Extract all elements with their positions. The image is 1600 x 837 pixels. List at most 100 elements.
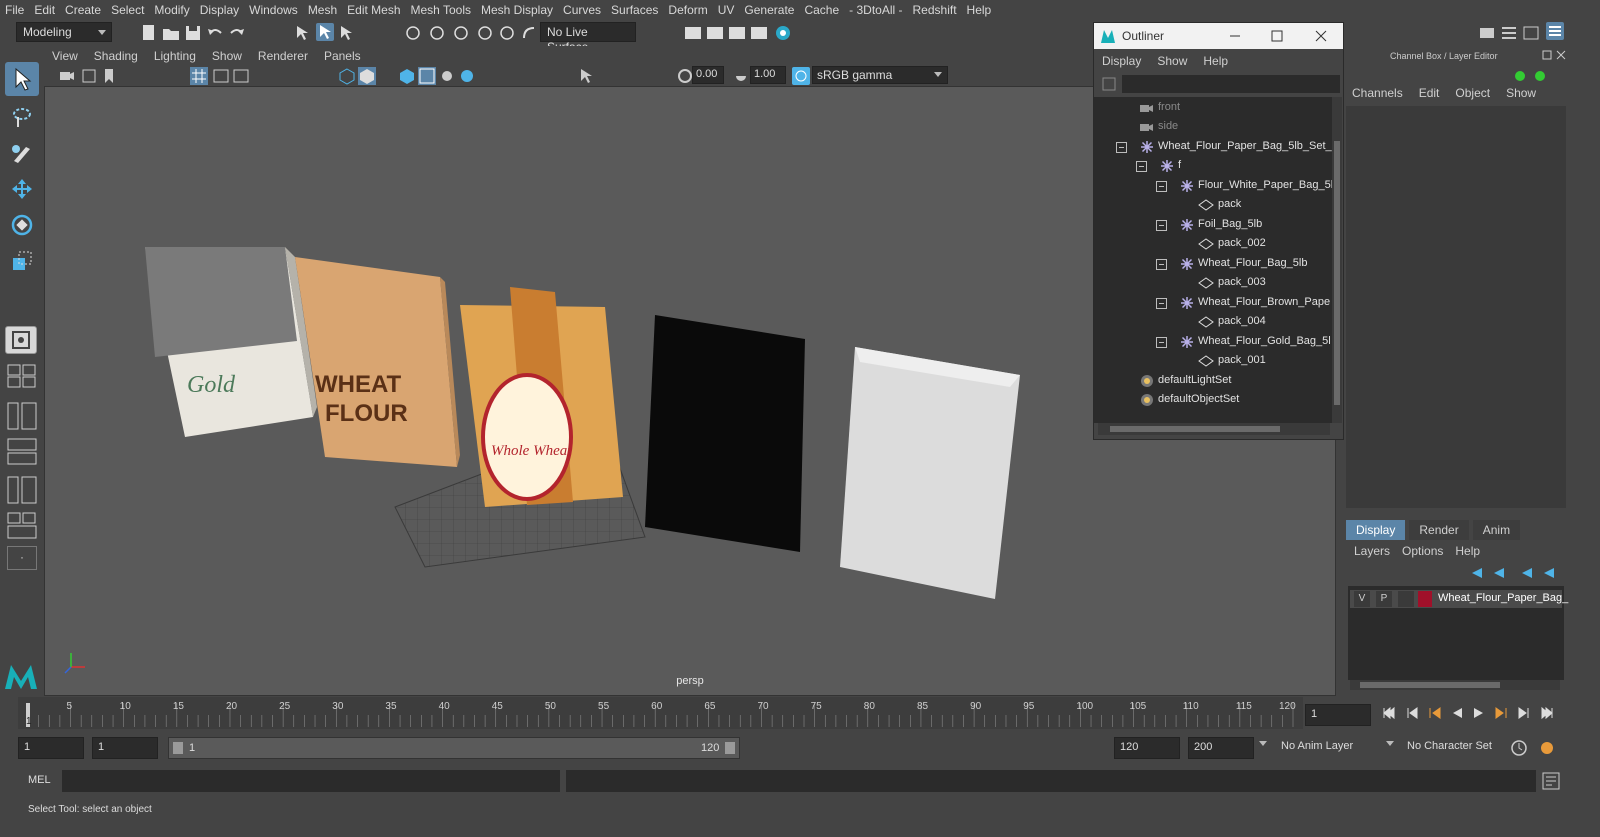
chevron-down-icon[interactable] [1386, 741, 1394, 746]
textured-icon[interactable] [398, 67, 416, 85]
menu-edit-mesh[interactable]: Edit Mesh [342, 3, 405, 17]
wireframe-icon[interactable] [338, 67, 356, 85]
channel-box-menu-edit[interactable]: Edit [1411, 86, 1448, 100]
single-perspective-layout-button[interactable] [5, 326, 37, 354]
menu-deform[interactable]: Deform [663, 3, 712, 17]
collapse-icon[interactable] [1116, 142, 1127, 153]
select-camera-icon[interactable] [58, 67, 76, 85]
film-gate-icon[interactable] [212, 67, 230, 85]
menu-edit[interactable]: Edit [29, 3, 60, 17]
menu-mesh[interactable]: Mesh [303, 3, 342, 17]
hypershade-layout-icon[interactable] [7, 512, 37, 540]
four-view-layout-icon[interactable] [7, 364, 37, 388]
step-back-key-icon[interactable] [1405, 706, 1419, 720]
make-live-icon[interactable] [520, 24, 538, 42]
maximize-icon[interactable] [1270, 29, 1284, 43]
select-object-icon[interactable] [316, 23, 334, 41]
menu-mesh-display[interactable]: Mesh Display [476, 3, 558, 17]
tool-settings-icon[interactable] [1522, 24, 1540, 42]
mel-input[interactable] [62, 770, 560, 792]
scroll-thumb[interactable] [1334, 141, 1340, 405]
snap-point-icon[interactable] [452, 24, 470, 42]
menu-file[interactable]: File [0, 3, 29, 17]
current-frame-field[interactable]: 1 [1305, 704, 1371, 726]
outliner-item-pack-002[interactable]: pack_002 [1218, 234, 1266, 253]
snap-grid-icon[interactable] [404, 24, 422, 42]
channel-box-toggle-icon[interactable] [1532, 68, 1548, 84]
color-space-dropdown[interactable]: sRGB gamma [812, 66, 948, 84]
outliner-item-pack[interactable]: pack [1218, 195, 1241, 214]
collapse-icon[interactable] [1156, 259, 1167, 270]
layer-horizontal-scrollbar[interactable] [1350, 680, 1560, 690]
menu-create[interactable]: Create [60, 3, 106, 17]
gamma-field[interactable]: 1.00 [750, 66, 786, 84]
menu-modify[interactable]: Modify [149, 3, 194, 17]
outliner-item-set[interactable]: Wheat_Flour_Paper_Bag_5lb_Set_r [1158, 137, 1335, 156]
shadows-icon[interactable] [438, 67, 456, 85]
paint-select-tool-button[interactable] [5, 136, 39, 170]
menu-3dtoall[interactable]: - 3DtoAll - [844, 3, 907, 17]
channel-box-menu-channels[interactable]: Channels [1344, 86, 1411, 100]
mode-dropdown[interactable]: Modeling [16, 22, 112, 42]
lasso-tool-button[interactable] [5, 100, 39, 134]
layer-row[interactable]: V P Wheat_Flour_Paper_Bag_ [1350, 590, 1568, 608]
ipr-render-icon[interactable] [728, 24, 746, 42]
menu-redshift[interactable]: Redshift [908, 3, 962, 17]
open-scene-icon[interactable] [162, 24, 180, 42]
minimize-icon[interactable] [1228, 29, 1242, 43]
viewport-menu-shading[interactable]: Shading [86, 49, 146, 63]
outliner-vertical-scrollbar[interactable] [1332, 97, 1342, 423]
render-view-icon[interactable] [684, 24, 702, 42]
outliner-item-pack-001[interactable]: pack_001 [1218, 351, 1266, 370]
auto-key-icon[interactable] [1510, 739, 1528, 757]
layer-tab-anim[interactable]: Anim [1472, 520, 1521, 540]
play-backward-icon[interactable] [1450, 706, 1464, 720]
outliner-menu-show[interactable]: Show [1149, 54, 1195, 68]
resolution-gate-icon[interactable] [232, 67, 250, 85]
outliner-item-side[interactable]: side [1158, 117, 1178, 136]
menu-windows[interactable]: Windows [244, 3, 303, 17]
outliner-item-white-bag[interactable]: Flour_White_Paper_Bag_5l [1198, 176, 1333, 195]
collapse-icon[interactable] [1136, 161, 1147, 172]
grid-icon[interactable] [190, 67, 208, 85]
outliner-search-input[interactable] [1122, 75, 1340, 93]
outliner-item-foil-bag[interactable]: Foil_Bag_5lb [1198, 215, 1262, 234]
chevron-down-icon[interactable] [1259, 741, 1267, 746]
playback-start-field[interactable]: 1 [92, 737, 158, 759]
use-all-lights-icon[interactable] [418, 67, 436, 85]
attribute-editor-icon[interactable] [1500, 24, 1518, 42]
move-layer-down-icon[interactable] [1492, 566, 1506, 580]
gamma-icon[interactable] [732, 67, 750, 85]
new-layer-icon[interactable] [1520, 566, 1534, 580]
menu-help[interactable]: Help [962, 3, 997, 17]
step-back-frame-icon[interactable] [1428, 706, 1442, 720]
snap-curve-icon[interactable] [428, 24, 446, 42]
menu-cache[interactable]: Cache [799, 3, 844, 17]
exposure-field[interactable]: 0.00 [692, 66, 724, 84]
menu-mesh-tools[interactable]: Mesh Tools [406, 3, 476, 17]
toolbox-options-button[interactable]: · [7, 546, 37, 570]
color-management-icon[interactable] [792, 67, 810, 85]
script-editor-icon[interactable] [1542, 772, 1560, 790]
menu-uv[interactable]: UV [713, 3, 740, 17]
outliner-item-f[interactable]: f [1178, 156, 1181, 175]
layer-playback-toggle[interactable]: P [1376, 591, 1392, 607]
collapse-icon[interactable] [1156, 337, 1167, 348]
animation-preferences-icon[interactable] [1538, 739, 1556, 757]
play-forward-icon[interactable] [1472, 706, 1486, 720]
channel-box-icon[interactable] [1546, 22, 1564, 40]
menu-curves[interactable]: Curves [558, 3, 606, 17]
anim-layer-dropdown[interactable]: No Anim Layer [1276, 737, 1398, 759]
mel-label[interactable]: MEL [28, 774, 51, 786]
outliner-item-default-object-set[interactable]: defaultObjectSet [1158, 390, 1239, 409]
hypershade-icon[interactable] [774, 24, 792, 42]
step-forward-frame-icon[interactable] [1494, 706, 1508, 720]
collapse-icon[interactable] [1156, 298, 1167, 309]
channel-box-menu-show[interactable]: Show [1498, 86, 1544, 100]
select-component-icon[interactable] [338, 24, 356, 42]
go-to-start-icon[interactable] [1382, 706, 1396, 720]
character-set-dropdown[interactable]: No Character Set [1402, 737, 1508, 759]
move-tool-button[interactable] [5, 172, 39, 206]
layer-menu-help[interactable]: Help [1449, 544, 1486, 558]
viewport-menu-panels[interactable]: Panels [316, 49, 369, 63]
